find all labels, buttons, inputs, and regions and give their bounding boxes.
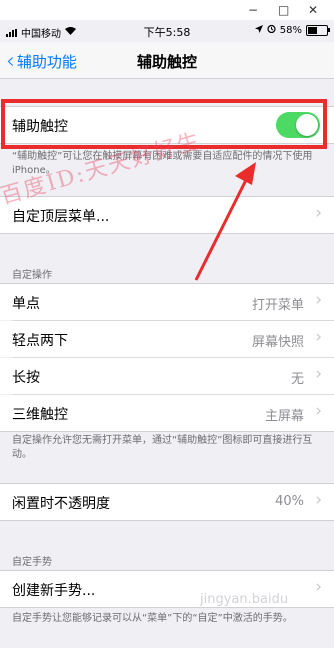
watermark-site: jingyan.baidu xyxy=(200,592,289,607)
annotation-arrow xyxy=(194,162,256,281)
